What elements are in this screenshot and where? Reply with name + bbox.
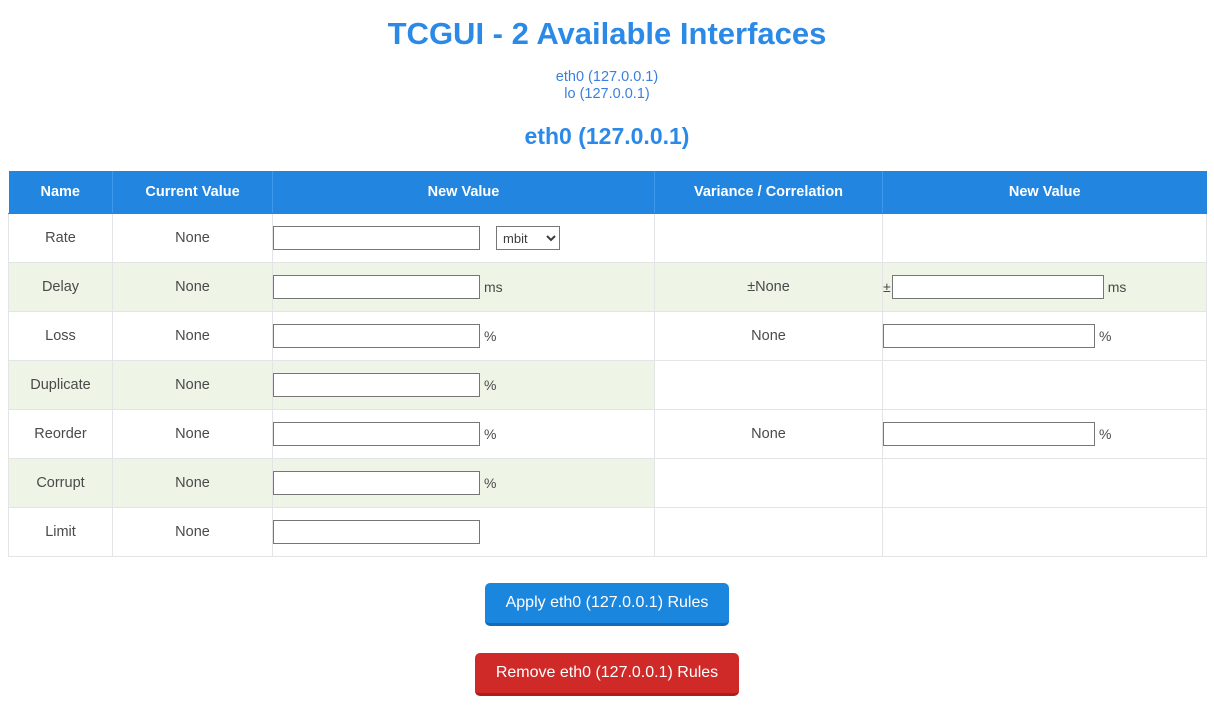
table-row: Rate None mbit bbox=[8, 213, 1207, 263]
row-label-duplicate: Duplicate bbox=[8, 360, 113, 410]
reorder-variance-input[interactable] bbox=[883, 422, 1095, 446]
row-label-limit: Limit bbox=[8, 507, 113, 557]
reorder-variance-unit-label: % bbox=[1099, 426, 1112, 442]
page-root: TCGUI - 2 Available Interfaces eth0 (127… bbox=[0, 0, 1214, 696]
new-value-cell-delay: ms bbox=[272, 262, 655, 312]
tc-rules-table: Name Current Value New Value Variance / … bbox=[8, 171, 1207, 557]
table-row: Loss None % None % bbox=[8, 311, 1207, 361]
variance-cell-limit-empty bbox=[654, 507, 883, 557]
duplicate-input[interactable] bbox=[273, 373, 480, 397]
row-label-rate: Rate bbox=[8, 213, 113, 263]
interface-link-eth0[interactable]: eth0 (127.0.0.1) bbox=[0, 69, 1214, 86]
row-label-loss: Loss bbox=[8, 311, 113, 361]
current-value-rate: None bbox=[112, 213, 273, 263]
column-header-name: Name bbox=[8, 171, 113, 214]
variance-value-reorder: None bbox=[654, 409, 883, 459]
table-row: Duplicate None % bbox=[8, 360, 1207, 410]
row-label-reorder: Reorder bbox=[8, 409, 113, 459]
new-value-cell-limit bbox=[272, 507, 655, 557]
column-header-current-value: Current Value bbox=[112, 171, 273, 214]
loss-variance-unit-label: % bbox=[1099, 328, 1112, 344]
variance-value-delay: ±None bbox=[654, 262, 883, 312]
delay-variance-input[interactable] bbox=[891, 275, 1104, 299]
new-value-cell-corrupt: % bbox=[272, 458, 655, 508]
remove-button-wrap: Remove eth0 (127.0.0.1) Rules bbox=[0, 653, 1214, 696]
current-value-duplicate: None bbox=[112, 360, 273, 410]
table-row: Reorder None % None % bbox=[8, 409, 1207, 459]
new-value-cell-reorder: % bbox=[272, 409, 655, 459]
table-header-row: Name Current Value New Value Variance / … bbox=[8, 171, 1207, 214]
current-value-loss: None bbox=[112, 311, 273, 361]
new-value-cell-loss: % bbox=[272, 311, 655, 361]
variance-new-cell-limit-empty bbox=[882, 507, 1207, 557]
corrupt-unit-label: % bbox=[484, 475, 497, 491]
variance-new-cell-duplicate-empty bbox=[882, 360, 1207, 410]
row-label-delay: Delay bbox=[8, 262, 113, 312]
interface-link-lo[interactable]: lo (127.0.0.1) bbox=[0, 86, 1214, 103]
corrupt-input[interactable] bbox=[273, 471, 480, 495]
remove-rules-button[interactable]: Remove eth0 (127.0.0.1) Rules bbox=[474, 653, 740, 696]
reorder-unit-label: % bbox=[484, 426, 497, 442]
column-header-variance-correlation: Variance / Correlation bbox=[654, 171, 883, 214]
loss-input[interactable] bbox=[273, 324, 480, 348]
delay-variance-unit-label: ms bbox=[1107, 279, 1127, 295]
apply-rules-button[interactable]: Apply eth0 (127.0.0.1) Rules bbox=[484, 583, 730, 626]
loss-variance-input[interactable] bbox=[883, 324, 1095, 348]
variance-new-cell-rate-empty bbox=[882, 213, 1207, 263]
new-value-cell-rate: mbit bbox=[272, 213, 655, 263]
reorder-input[interactable] bbox=[273, 422, 480, 446]
loss-unit-label: % bbox=[484, 328, 497, 344]
current-value-delay: None bbox=[112, 262, 273, 312]
selected-interface-heading: eth0 (127.0.0.1) bbox=[524, 123, 690, 149]
rate-input[interactable] bbox=[273, 226, 480, 250]
action-button-area: Apply eth0 (127.0.0.1) Rules Remove eth0… bbox=[0, 583, 1214, 696]
variance-new-cell-reorder: % bbox=[882, 409, 1207, 459]
delay-input[interactable] bbox=[273, 275, 480, 299]
variance-cell-duplicate-empty bbox=[654, 360, 883, 410]
variance-cell-corrupt-empty bbox=[654, 458, 883, 508]
table-row: Corrupt None % bbox=[8, 458, 1207, 508]
page-title: TCGUI - 2 Available Interfaces bbox=[387, 16, 827, 51]
current-value-limit: None bbox=[112, 507, 273, 557]
variance-new-cell-delay: ± ms bbox=[882, 262, 1207, 312]
variance-new-cell-corrupt-empty bbox=[882, 458, 1207, 508]
interface-link-list: eth0 (127.0.0.1) lo (127.0.0.1) bbox=[0, 69, 1214, 103]
limit-input[interactable] bbox=[273, 520, 480, 544]
column-header-new-value: New Value bbox=[272, 171, 655, 214]
table-row: Delay None ms ±None ± ms bbox=[8, 262, 1207, 312]
current-value-reorder: None bbox=[112, 409, 273, 459]
table-row: Limit None bbox=[8, 507, 1207, 557]
variance-cell-rate-empty bbox=[654, 213, 883, 263]
current-value-corrupt: None bbox=[112, 458, 273, 508]
delay-unit-label: ms bbox=[484, 279, 503, 295]
apply-button-wrap: Apply eth0 (127.0.0.1) Rules bbox=[0, 583, 1214, 626]
column-header-new-value-variance: New Value bbox=[882, 171, 1207, 214]
new-value-cell-duplicate: % bbox=[272, 360, 655, 410]
row-label-corrupt: Corrupt bbox=[8, 458, 113, 508]
rate-unit-select[interactable]: mbit bbox=[496, 226, 561, 250]
delay-variance-prefix: ± bbox=[883, 279, 891, 295]
variance-new-cell-loss: % bbox=[882, 311, 1207, 361]
variance-value-loss: None bbox=[654, 311, 883, 361]
duplicate-unit-label: % bbox=[484, 377, 497, 393]
